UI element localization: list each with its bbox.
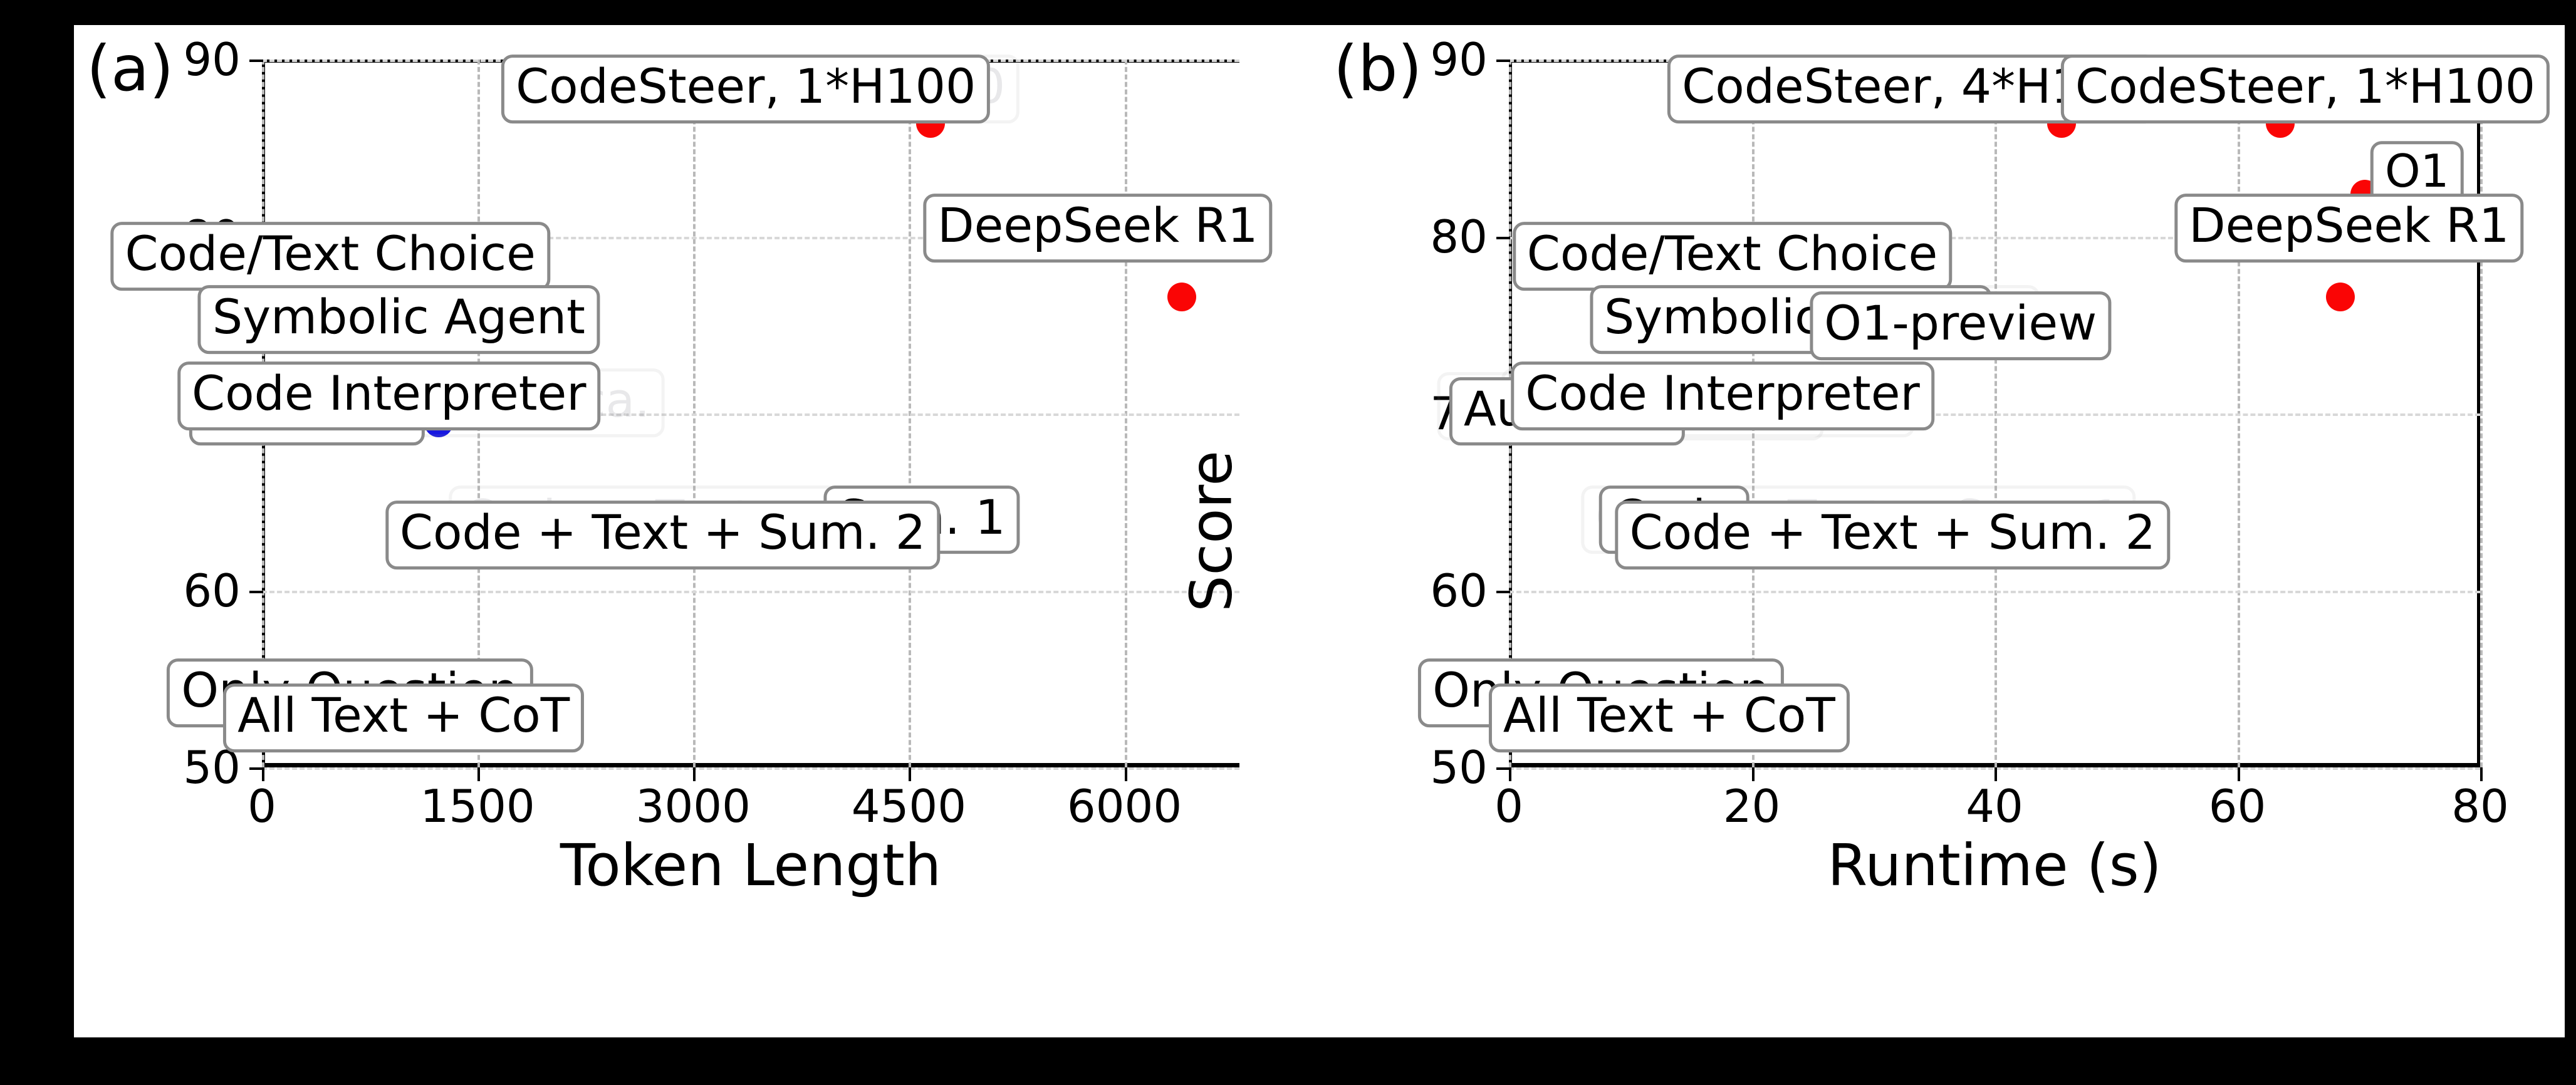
panel-a-ytick-50 [249,767,263,770]
panel-b-xticklabel-80: 80 [2451,780,2509,833]
panel-a-label-all-text-cot[interactable]: All Text + CoT [223,683,585,752]
panel-a-label-deepseek-r1[interactable]: DeepSeek R1 [923,194,1273,262]
panel-a-xtick-1500 [477,767,481,781]
panel-b-tag: (b) [1333,32,1422,105]
panel-b-plot-area: 0 20 40 60 80 50 60 70 80 90 [1418,37,2550,829]
panel-b-label-codesteer-1h100[interactable]: CodeSteer, 1*H100 [2060,55,2550,124]
panel-a-xticklabel-1500: 1500 [420,780,535,833]
panel-a-plot-area: 0 1500 3000 4500 6000 50 60 70 80 90 [110,37,1273,829]
panel-b-label-all-text-cot[interactable]: All Text + CoT [1488,683,1850,752]
panel-a-xticklabel-6000: 6000 [1066,780,1182,833]
panel-a-ytick-90 [249,60,263,62]
panel-a-label-code-text-choice[interactable]: Code/Text Choice [110,222,550,291]
panel-b-label-o1-preview[interactable]: O1-preview [1810,291,2112,360]
panel-b-point-deepseek-r1[interactable] [2325,282,2355,311]
panel-a-point-deepseek-r1[interactable] [1167,282,1196,311]
panel-a-xticklabel-0: 0 [248,780,276,833]
panel-a-label-code-interpreter[interactable]: Code Interpreter [177,361,601,430]
panel-b-xtick-60 [2237,767,2240,781]
panel-a-axis-bottom [262,763,1239,767]
panel-b-xtick-40 [1995,767,1997,781]
panel-b-ytick-90 [1496,60,1510,62]
panel-a-xtick-4500 [909,767,912,781]
panel-b-label-code-interpreter[interactable]: Code Interpreter [1511,361,1934,430]
panel-b-yticklabel-90: 90 [1430,33,1488,86]
panel-b-xticklabel-40: 40 [1966,780,2023,833]
panel-b-ytick-60 [1496,590,1510,593]
panel-b: (b) 0 20 40 60 80 50 60 80 90 CodeSteer,… [1178,25,2565,1037]
panel-a-xtick-6000 [1124,767,1127,781]
panel-a-yticklabel-60: 60 [183,564,241,617]
panel-a-ytick-60 [249,590,263,593]
panel-a-gridline-y-60 [262,590,1239,593]
panel-b-ytick-80 [1496,236,1510,239]
panel-b-xaxis-title: Runtime (s) [1827,832,2162,899]
figure-root: (a) 0 1500 3000 4500 6000 50 60 90 CodeS… [0,0,2576,1085]
panel-a-xticklabel-4500: 4500 [851,780,967,833]
panel-b-xticklabel-20: 20 [1723,780,1781,833]
panel-a-label-symbolic-agent[interactable]: Symbolic Agent [197,284,600,354]
panel-b-label-deepseek-r1[interactable]: DeepSeek R1 [2174,194,2524,262]
panel-a-label-code-text-sum-2[interactable]: Code + Text + Sum. 2 [385,501,941,570]
panel-b-xtick-80 [2480,767,2483,781]
panel-a-label-codesteer-1h100[interactable]: CodeSteer, 1*H100 [501,55,991,124]
panel-b-xtick-20 [1751,767,1755,781]
panel-b-label-code-text-sum-2[interactable]: Code + Text + Sum. 2 [1615,501,2170,570]
panel-b-yticklabel-50: 50 [1430,741,1488,794]
panel-b-yticklabel-60: 60 [1430,564,1488,617]
panel-b-xticklabel-0: 0 [1494,780,1523,833]
panel-a-xaxis-title: Token Length [560,832,942,899]
panel-a-yticklabel-90: 90 [183,33,241,86]
panel-a-gridline-y-50 [262,767,1239,770]
panel-b-gridline-y-60 [1509,590,2480,593]
panel-a: (a) 0 1500 3000 4500 6000 50 60 90 CodeS… [0,25,1321,1037]
panel-b-xticklabel-60: 60 [2208,780,2266,833]
panel-a-yaxis-title: Score [0,450,1,612]
panel-b-yaxis-title: Score [1177,450,1245,612]
figure-canvas: (a) 0 1500 3000 4500 6000 50 60 90 CodeS… [0,25,2565,1037]
panel-b-label-code-text-choice[interactable]: Code/Text Choice [1512,222,1953,291]
panel-b-yticklabel-80: 80 [1430,210,1488,263]
panel-b-gridline-x-80 [2480,60,2483,767]
panel-a-xticklabel-3000: 3000 [635,780,751,833]
panel-a-xtick-3000 [693,767,696,781]
panel-b-ytick-50 [1496,767,1510,770]
panel-a-tag: (a) [86,32,174,105]
